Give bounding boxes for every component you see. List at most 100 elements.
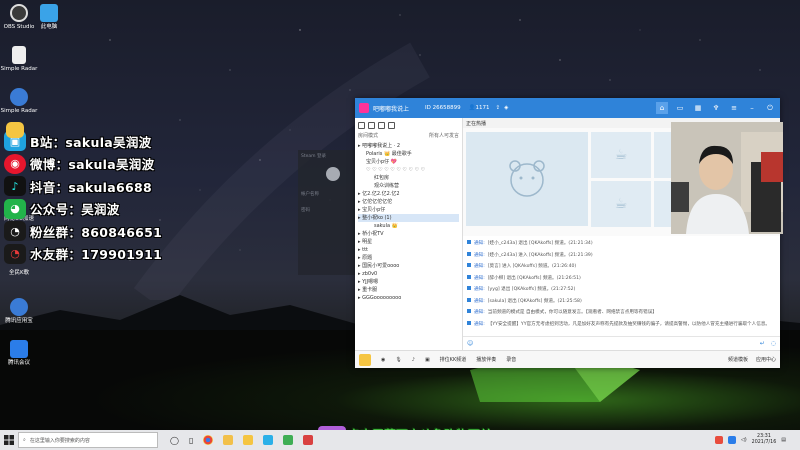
edit-icon[interactable]	[388, 122, 395, 129]
main-video-placeholder[interactable]	[466, 132, 588, 226]
folder-icon[interactable]	[223, 435, 234, 445]
chat-prefix: 通知:	[474, 252, 485, 258]
system-tray: ◁) 23:31 2021/7/16 ▤	[714, 434, 800, 446]
home-icon[interactable]: ⌂	[656, 102, 668, 114]
uu-icon	[6, 122, 24, 138]
volume-icon[interactable]: ◁)	[741, 437, 747, 443]
bottom-item-accompany[interactable]: 播放伴奏	[476, 356, 496, 363]
volume-icon[interactable]: ♪	[412, 357, 415, 363]
bottom-item-record[interactable]: 录音	[506, 356, 516, 363]
screen-icon[interactable]: ▭	[674, 102, 686, 114]
channel-tree-item[interactable]: ▸ ttt	[358, 246, 459, 254]
room-mode[interactable]: 房间模式	[358, 132, 378, 139]
chat-text: [莫言] 进入 [QKAkoffs] 频道。(21:26:40)	[487, 264, 577, 269]
minimize-icon[interactable]: –	[746, 102, 758, 114]
chat-text: [娃小_c243a] 进入 [QKAkoffs] 频道。(21:21:39)	[487, 252, 593, 258]
channel-template-button[interactable]: 频道模板	[728, 356, 748, 363]
channel-tree-item[interactable]: ▸ 亿2.亿2.亿2.亿2	[358, 190, 459, 198]
chat-message: 通知: [yyg] 退出 [QKAkoffs] 频道。(21:27:52)	[467, 284, 776, 296]
channel-tree-item[interactable]: 观众训练营	[358, 182, 459, 190]
grid-icon[interactable]: ▦	[692, 102, 704, 114]
channel-tree-label: zb0v0	[362, 271, 378, 277]
image-icon[interactable]	[378, 122, 385, 129]
chat-bubble-icon[interactable]: ◌	[771, 340, 776, 347]
shield-icon[interactable]: ◈	[504, 105, 508, 111]
channel-tree-item[interactable]: 红包房	[358, 174, 459, 182]
channel-tree-label: 亿2.亿2.亿2.亿2	[362, 191, 400, 197]
taskbar-search[interactable]: ⌕ 在这里输入你要搜索的内容	[18, 432, 158, 448]
uu-icon[interactable]	[243, 435, 254, 445]
menu-icon[interactable]: ≡	[728, 102, 740, 114]
notification-icon[interactable]: ▤	[781, 437, 786, 443]
emoji-icon[interactable]: ☺	[467, 340, 473, 347]
notice-icon	[467, 320, 471, 325]
desktop-icon-yingyongbao[interactable]: 腾讯应用宝	[0, 298, 38, 324]
channel-tree-label: 重卡服	[362, 287, 378, 293]
live-title: 正在热播	[466, 121, 487, 127]
gift-icon[interactable]: ♆	[710, 102, 722, 114]
app-icon[interactable]	[283, 435, 294, 445]
desktop-icon-computer[interactable]: 此电脑	[30, 4, 68, 30]
task-view-icon[interactable]: ▯	[189, 436, 193, 445]
channel-tree-item[interactable]: ♡ ♡ ♡ ♡ ♡ ♡ ♡ ♡ ♡ ♡	[358, 166, 459, 174]
channel-tree-label: 明星	[362, 239, 373, 245]
start-button[interactable]	[0, 430, 18, 450]
app-center-button[interactable]: 应用中心	[756, 356, 776, 363]
channel-tree-item[interactable]: Polaris 👑 最佳歌手	[358, 150, 459, 158]
task-view-icon[interactable]: ◯	[170, 436, 179, 445]
send-icon[interactable]: ↵	[760, 340, 765, 347]
share-icon[interactable]: ⇪	[495, 105, 500, 111]
channel-tree-item[interactable]: ▸ 国民小可爱oooo	[358, 262, 459, 270]
speaker-icon[interactable]: ◉	[381, 357, 385, 363]
social-overlay: ▣ B站：sakula吴润波 ◉ 微博：sakula吴润波 ♪ 抖音：sakul…	[4, 122, 162, 265]
channel-tree-item[interactable]: ▸ 吧嘟嘟我说上 · 2	[358, 142, 459, 150]
channel-tree-item[interactable]: sakula 👑	[358, 222, 459, 230]
steam-logo-icon	[326, 167, 340, 181]
camera-icon[interactable]: ▣	[425, 357, 430, 363]
channel-tree-item[interactable]: ▸ 整小祝ko (1)	[358, 214, 459, 222]
channel-tree-item[interactable]: ▸ 宝贝小p仔	[358, 206, 459, 214]
close-icon[interactable]: ⏻	[764, 102, 776, 114]
channel-tree-item[interactable]: ▸ 亿佗亿佗亿佗	[358, 198, 459, 206]
channel-tree-item[interactable]: ▸ 原题	[358, 254, 459, 262]
chat-input-row[interactable]: ☺ ↵ ◌	[463, 336, 780, 350]
desktop-icon-label: Simple Radar	[0, 66, 38, 72]
gallery-icon[interactable]	[263, 435, 274, 445]
channel-tree-item[interactable]: ▸ 明星	[358, 238, 459, 246]
channel-avatar	[359, 103, 369, 113]
search-icon[interactable]	[368, 122, 375, 129]
social-row-fan-group: ◔ 粉丝群：860846651	[4, 220, 162, 243]
channel-tree-item[interactable]: ▸ 桥小祝TV	[358, 230, 459, 238]
channel-tree-label: 原题	[362, 255, 373, 261]
avatar[interactable]	[359, 353, 371, 366]
tray-icon[interactable]	[727, 436, 736, 444]
notice-icon	[467, 240, 471, 244]
desktop-icon-meeting[interactable]: 腾讯会议	[0, 340, 38, 366]
channel-tree-label: 整小祝ko (1)	[362, 215, 392, 221]
desktop-icon-simple-radar-1[interactable]: Simple Radar	[0, 46, 38, 72]
chat-prefix: 通知:	[474, 298, 485, 304]
channel-tree-item[interactable]: ▸ zb0v0	[358, 270, 459, 278]
desktop-icon-simple-radar-2[interactable]: Simple Radar	[0, 88, 38, 114]
search-icon: ⌕	[23, 437, 26, 443]
channel-tree-item[interactable]: ▸ YJJ嗯嗯	[358, 278, 459, 286]
bottom-item-kk[interactable]: 排位KK频道	[440, 356, 467, 363]
file-icon	[12, 46, 26, 64]
mic-icon[interactable]: 🎙	[395, 357, 401, 363]
bear-mascot-icon	[509, 160, 545, 197]
channel-tree-label: GGGooooooooo	[362, 295, 402, 301]
tray-icon[interactable]	[714, 436, 723, 444]
list-icon[interactable]	[358, 122, 365, 129]
video-thumb[interactable]: ☕	[591, 181, 651, 227]
yy-title-bar: 吧嘟嘟我说上 ID 26658899 👤 1171 ⇪ ◈ ⌂ ▭ ▦ ♆ ≡ …	[355, 98, 780, 118]
chrome-icon[interactable]	[203, 435, 214, 445]
video-thumb[interactable]: ☕	[591, 132, 651, 178]
channel-tree-item[interactable]: ▸ 重卡服	[358, 286, 459, 294]
channel-tree-item[interactable]: ▸ GGGooooooooo	[358, 294, 459, 302]
app-icon[interactable]	[303, 435, 314, 445]
channel-tree-item[interactable]: 宝贝小p仔 💖	[358, 158, 459, 166]
taskbar-clock[interactable]: 23:31 2021/7/16	[752, 434, 777, 446]
social-text: 微博：sakula吴润波	[30, 157, 155, 173]
desktop-icon-karaoke[interactable]: 全民K歌	[0, 270, 38, 276]
channel-tree-label: 国民小可爱oooo	[362, 263, 400, 269]
